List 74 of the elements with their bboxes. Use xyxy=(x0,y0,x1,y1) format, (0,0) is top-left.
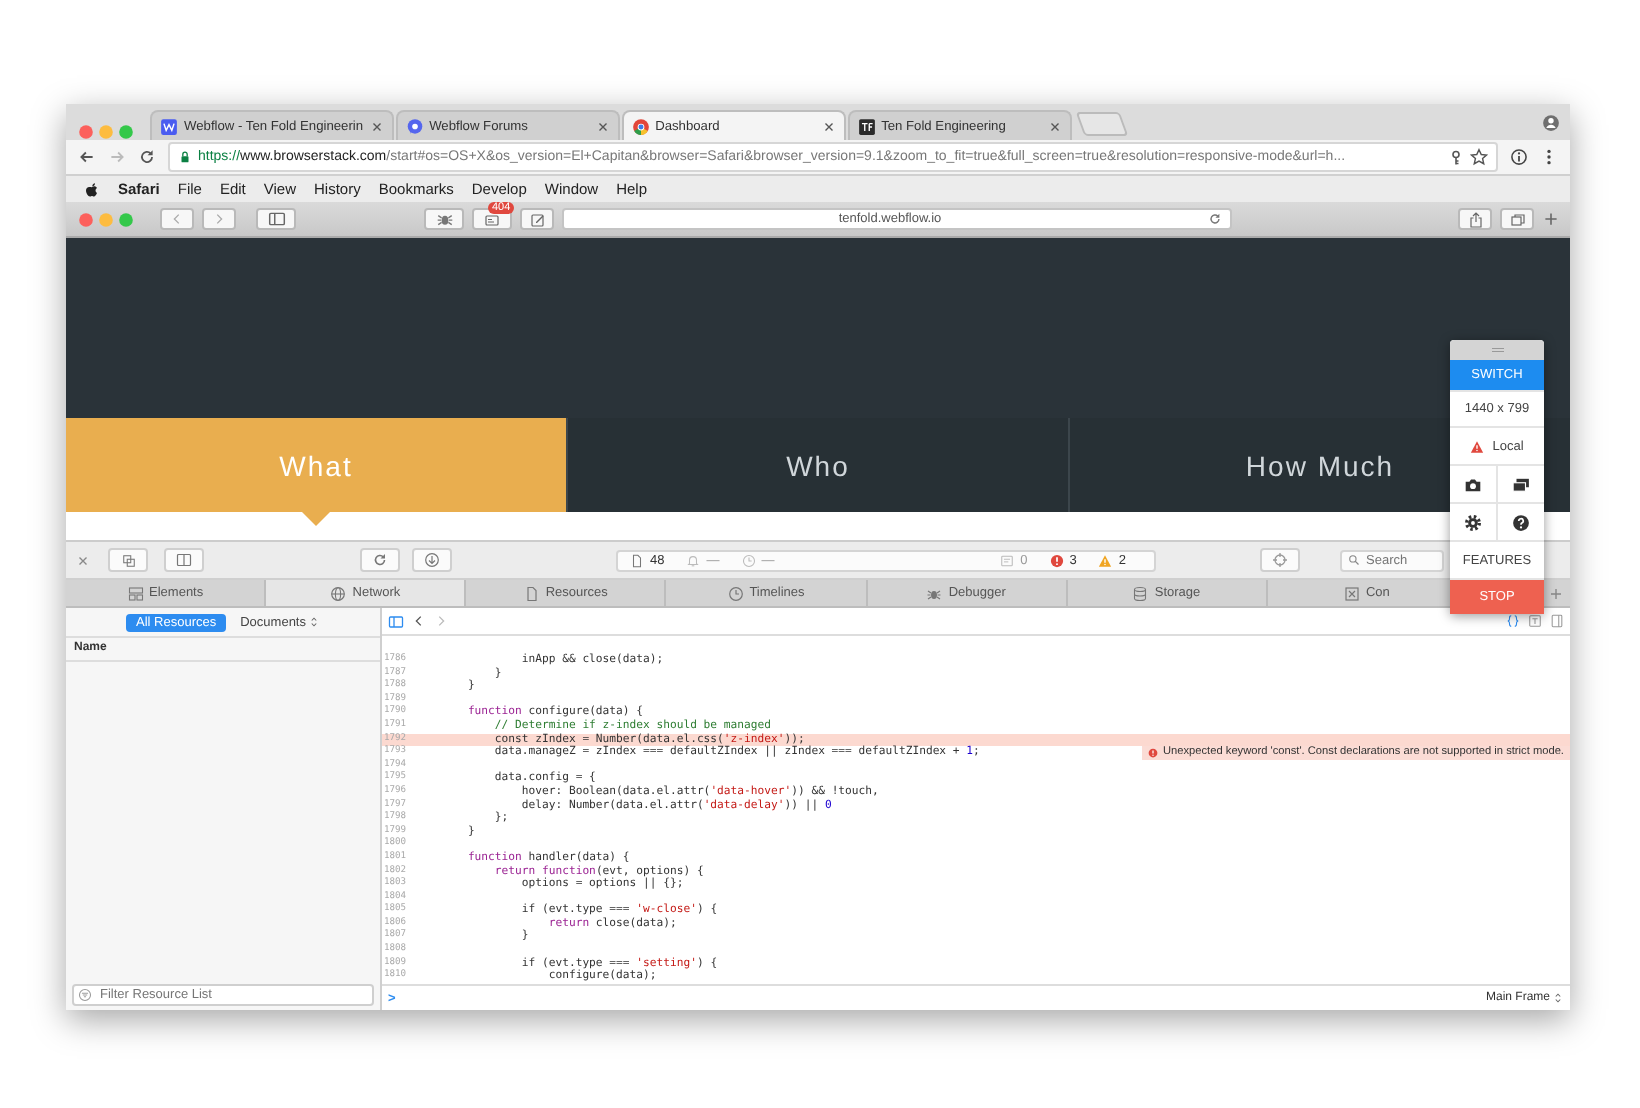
share-button[interactable] xyxy=(1458,208,1492,230)
inspect-button[interactable] xyxy=(1260,548,1300,572)
chevright-icon xyxy=(212,212,226,226)
bug-button[interactable] xyxy=(424,208,464,230)
share-icon xyxy=(1467,211,1483,227)
document-icon xyxy=(630,553,644,567)
window-controls-icon xyxy=(76,124,136,140)
error-icon xyxy=(1148,747,1159,758)
edit-button[interactable] xyxy=(520,208,554,230)
gear-icon xyxy=(1463,513,1482,531)
download-icon xyxy=(424,552,440,568)
profile-icon[interactable] xyxy=(1542,113,1560,131)
sidebar-button[interactable] xyxy=(256,208,296,230)
clock-icon xyxy=(727,585,744,601)
document-icon xyxy=(523,585,540,601)
clock-icon xyxy=(741,553,756,567)
back-icon[interactable] xyxy=(78,148,96,166)
database-icon xyxy=(1132,585,1149,601)
close-icon[interactable] xyxy=(1047,119,1062,133)
reload-icon xyxy=(372,552,388,568)
favicon-icon xyxy=(405,117,424,135)
info-icon[interactable] xyxy=(1510,148,1528,166)
filter-icon xyxy=(78,988,92,1002)
search-icon xyxy=(1348,554,1360,566)
dock-button[interactable] xyxy=(108,548,148,572)
close-icon[interactable] xyxy=(369,119,384,133)
type-box-icon[interactable] xyxy=(1528,614,1542,628)
tabs-icon xyxy=(1509,211,1525,227)
split-button[interactable] xyxy=(164,548,204,572)
key-icon[interactable] xyxy=(1448,149,1464,165)
new-tab-icon[interactable] xyxy=(1542,210,1560,228)
favicon-icon xyxy=(160,117,178,135)
active-pointer-icon xyxy=(302,512,331,526)
drag-handle[interactable] xyxy=(1450,340,1544,360)
close-icon[interactable] xyxy=(595,119,610,133)
list-icon xyxy=(484,211,500,227)
close-icon[interactable] xyxy=(76,553,90,567)
apple-icon[interactable] xyxy=(84,181,100,197)
updown-icon xyxy=(1552,992,1564,1004)
reload-button[interactable] xyxy=(360,548,400,572)
edit-icon xyxy=(529,211,545,227)
warning-icon xyxy=(1470,439,1485,453)
help-icon xyxy=(1511,513,1530,531)
windows-icon xyxy=(1511,475,1530,493)
braces-icon[interactable] xyxy=(1506,614,1520,628)
close-icon[interactable] xyxy=(821,119,836,133)
tabs-button[interactable] xyxy=(1500,208,1534,230)
back-icon[interactable] xyxy=(412,614,426,628)
nav-tab[interactable]: Who xyxy=(566,418,1068,512)
lock-icon xyxy=(178,150,192,164)
log-icon xyxy=(1000,553,1015,567)
bell-icon xyxy=(686,553,701,567)
settings-button[interactable] xyxy=(1450,504,1497,542)
sidebar-icon xyxy=(267,210,285,228)
star-icon[interactable] xyxy=(1470,148,1488,166)
sidebar-toggle-icon[interactable] xyxy=(388,613,404,629)
reload-icon[interactable] xyxy=(1208,212,1222,226)
favicon-icon xyxy=(631,117,650,135)
split-icon xyxy=(176,552,192,568)
bug-icon xyxy=(926,585,943,601)
bug-icon xyxy=(435,210,453,228)
crosshair-icon xyxy=(1272,552,1288,568)
updown-icon xyxy=(307,616,320,628)
panel-icon[interactable] xyxy=(1550,614,1564,628)
chevleft-icon xyxy=(170,212,184,226)
reload-icon[interactable] xyxy=(138,148,156,166)
dock-icon xyxy=(121,553,135,567)
favicon-icon xyxy=(857,117,876,135)
camera-icon xyxy=(1463,475,1482,493)
layout-icon xyxy=(127,585,144,601)
download-button[interactable] xyxy=(412,548,452,572)
globe-icon xyxy=(330,585,347,601)
camera-button[interactable] xyxy=(1450,466,1497,504)
window-controls-icon xyxy=(76,211,136,227)
